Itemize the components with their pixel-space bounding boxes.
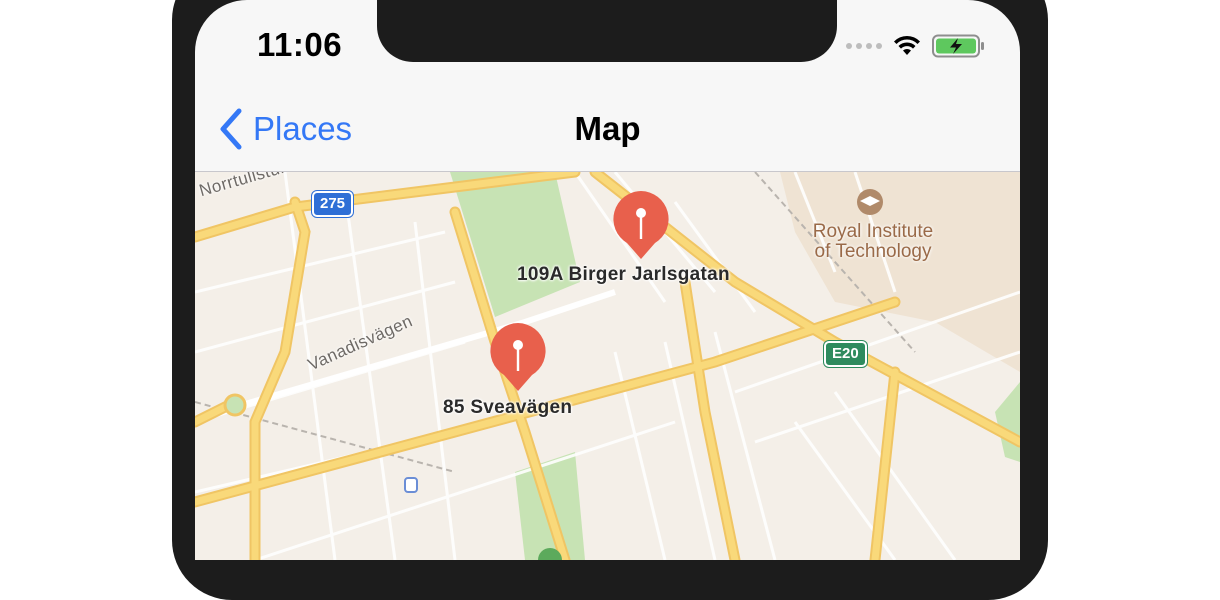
pin-label-svea[interactable]: 85 Sveavägen [443, 397, 572, 419]
transit-icon [404, 477, 418, 493]
pin-label-birger[interactable]: 109A Birger Jarlsgatan [517, 264, 730, 286]
route-shield-275: 275 [312, 191, 354, 217]
poi-royal-institute[interactable]: Royal Institute of Technology [793, 222, 953, 262]
poi-name-line2: of Technology [814, 241, 932, 262]
park-area-east [995, 382, 1020, 462]
navigation-bar: Places Map [195, 88, 1020, 172]
pin-marker-svea [490, 323, 546, 391]
cellular-signal-icon [846, 43, 882, 49]
campus-area [780, 172, 1020, 372]
battery-charging-icon [932, 34, 984, 58]
route-shield-e20: E20 [824, 341, 867, 367]
page-title: Map [574, 110, 641, 147]
poi-name-line1: Royal Institute [812, 221, 934, 242]
map-view[interactable]: Norrtullstunn Vanadisvägen 275 E20 Royal… [195, 172, 1020, 560]
notch [377, 0, 837, 62]
status-time: 11:06 [257, 26, 343, 63]
status-icons [846, 34, 986, 58]
wifi-icon [894, 35, 920, 55]
phone-screen: 11:06 Places Map Norrtullstunn Vanadisvä… [195, 0, 1020, 560]
pin-marker-birger [613, 191, 669, 259]
